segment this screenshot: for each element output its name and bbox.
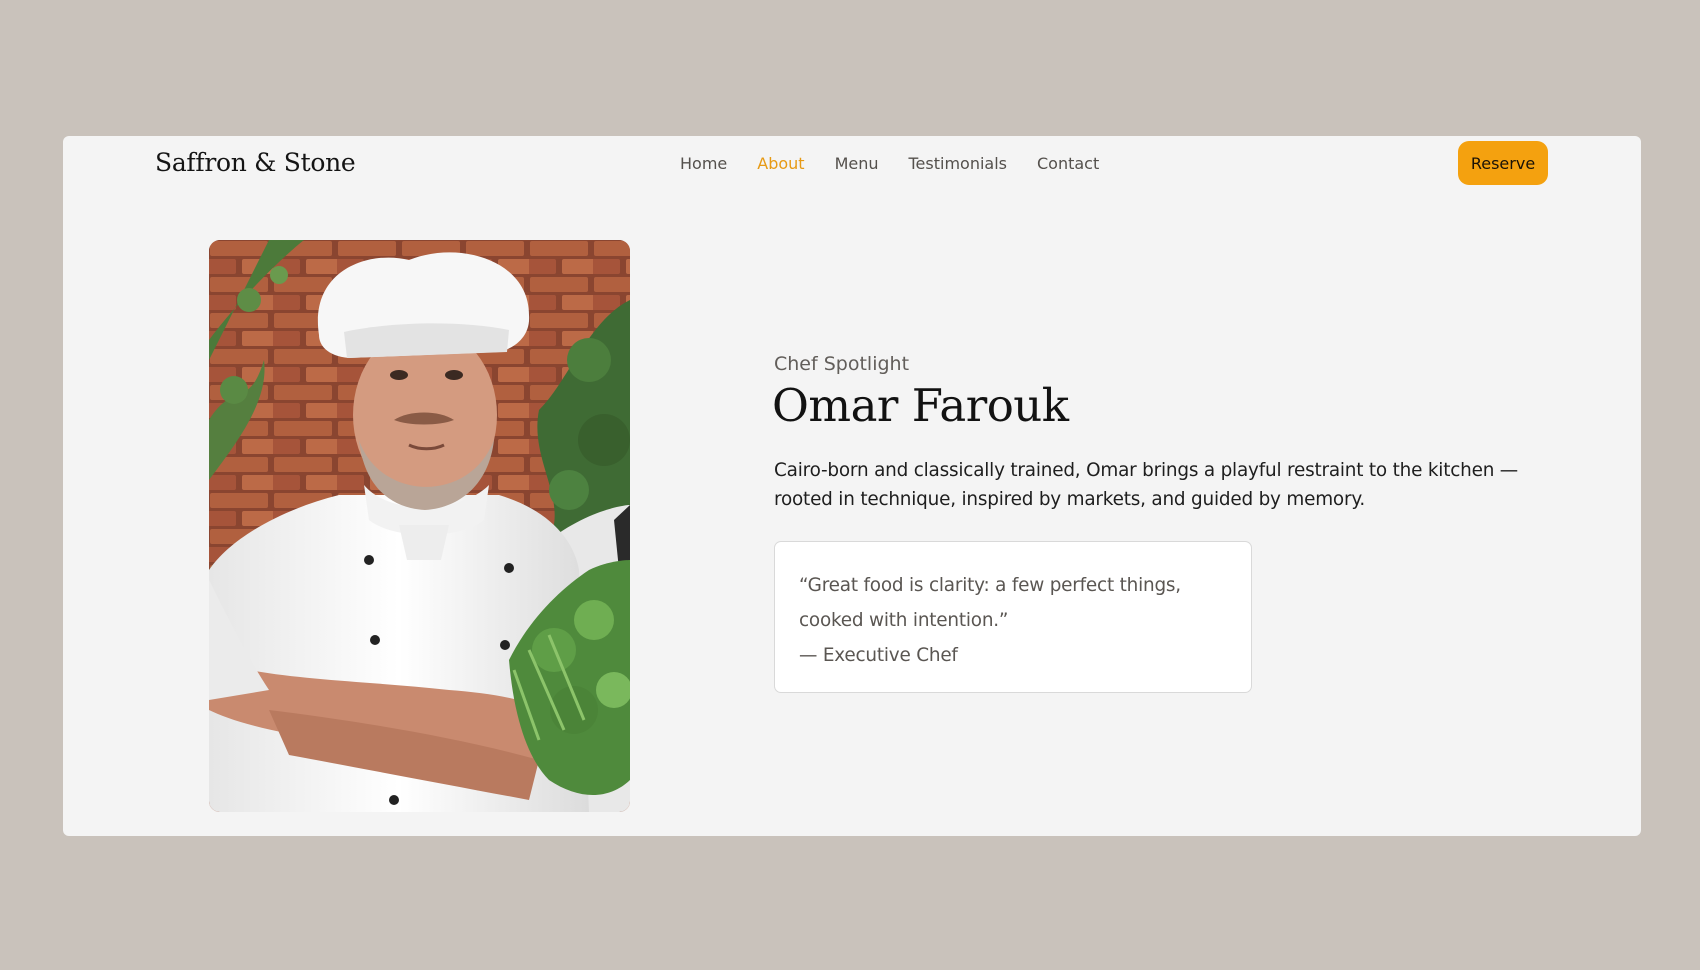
nav-link-contact[interactable]: Contact [1037,154,1099,173]
quote-card: “Great food is clarity: a few perfect th… [774,541,1252,693]
chef-bio: Cairo-born and classically trained, Omar… [774,460,1518,510]
reserve-button[interactable]: Reserve [1458,141,1548,185]
brand-logo[interactable]: Saffron & Stone [155,148,356,177]
quote-text: “Great food is clarity: a few perfect th… [799,575,1181,631]
navbar: Saffron & Stone Home About Menu Testimon… [63,136,1641,192]
chef-photo [209,240,630,812]
nav-link-menu[interactable]: Menu [835,154,879,173]
chef-name: Omar Farouk [772,379,1069,432]
nav-link-home[interactable]: Home [680,154,727,173]
site-window: Saffron & Stone Home About Menu Testimon… [63,136,1641,836]
nav-link-testimonials[interactable]: Testimonials [909,154,1008,173]
quote-attribution: — Executive Chef [799,645,958,666]
section-eyebrow: Chef Spotlight [774,353,910,375]
nav-links: Home About Menu Testimonials Contact [680,154,1099,173]
nav-link-about[interactable]: About [757,154,804,173]
